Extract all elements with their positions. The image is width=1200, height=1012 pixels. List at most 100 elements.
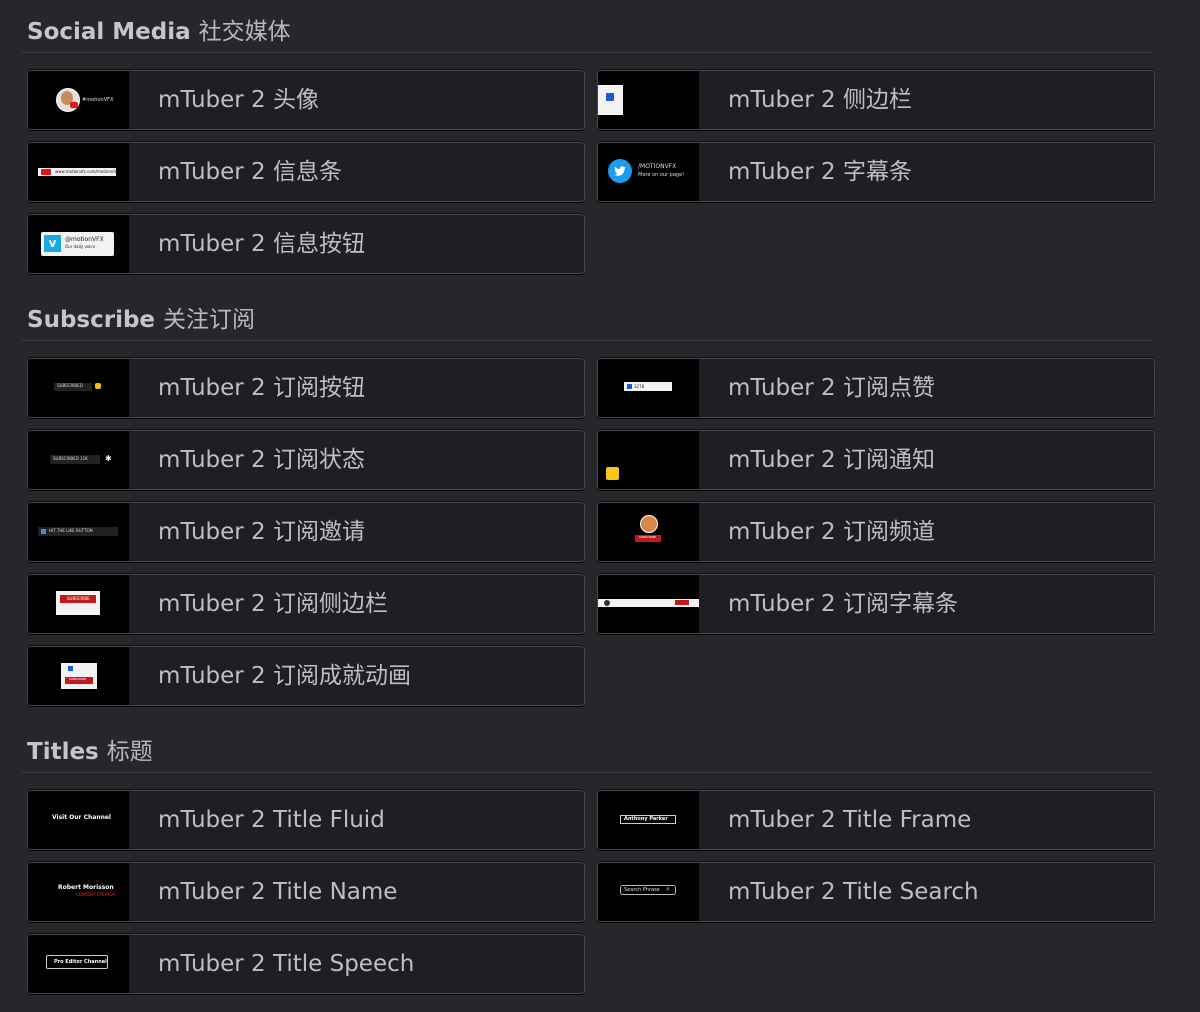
effect-label: mTuber 2 Title Search [728,879,979,905]
effect-label: mTuber 2 Title Fluid [158,807,385,833]
thumbs-up-icon [627,384,632,389]
avatar-thumb: #motionVFX [28,71,129,129]
facebook-icon [606,93,614,101]
title-fluid-text: Visit Our Channel [52,814,111,821]
title-search-thumb: Search Phrase ⌕ [598,863,699,921]
lowerthird-avatar-icon [604,600,610,606]
effect-tile[interactable]: #motionVFX mTuber 2 头像 [27,70,585,130]
thumbs-up-icon [68,666,73,671]
vimeo-subtext: Our daily voice [65,244,96,249]
effect-tile[interactable]: SUBSCRIBE mTuber 2 订阅频道 [597,502,1155,562]
effect-label: mTuber 2 信息按钮 [158,231,365,257]
avatar-handle: #motionVFX [82,97,114,103]
effect-label: mTuber 2 订阅字幕条 [728,591,958,617]
achievement-thumb: SUBSCRIBE [28,647,129,705]
effect-label: mTuber 2 订阅侧边栏 [158,591,388,617]
effect-label: mTuber 2 订阅点赞 [728,375,935,401]
title-frame-text: Anthony Parker [624,816,668,822]
effect-tile[interactable]: Robert Morisson CONTENT CREATOR mTuber 2… [27,862,585,922]
channel-avatar-icon [640,515,658,533]
effect-tile[interactable]: HIT THE LIKE BUTTON mTuber 2 订阅邀请 [27,502,585,562]
effect-label: mTuber 2 Title Frame [728,807,972,833]
sidebar-subscribe-text: SUBSCRIBE [67,596,90,601]
sidebar-subscribe-thumb: SUBSCRIBE [28,575,129,633]
effect-tile[interactable]: Pro Editor Channel mTuber 2 Title Speech [27,934,585,994]
effect-label: mTuber 2 订阅频道 [728,519,935,545]
effect-tile[interactable]: Visit Our Channel mTuber 2 Title Fluid [27,790,585,850]
effect-label: mTuber 2 信息条 [158,159,342,185]
like-count: 3278 [634,384,645,389]
section-header-subscribe: Subscribe 关注订阅 [27,300,255,334]
effect-tile[interactable]: v @motionVFX Our daily voice mTuber 2 信息… [27,214,585,274]
title-frame-thumb: Anthony Parker [598,791,699,849]
section-title-cn: 关注订阅 [163,307,256,333]
lowerthird-subscribe-button [675,600,689,605]
like-thumb: 3278 [598,359,699,417]
twitter-handle: /MOTIONVFX [638,163,677,170]
youtube-icon [41,169,51,175]
effect-label: mTuber 2 订阅邀请 [158,519,365,545]
title-name-subtext: CONTENT CREATOR [76,892,116,897]
effect-tile[interactable]: SUBSCRIBE mTuber 2 订阅侧边栏 [27,574,585,634]
thumbs-up-icon [41,529,46,534]
effect-label: mTuber 2 字幕条 [728,159,912,185]
section-divider [22,340,1152,341]
achievement-subscribe-text: SUBSCRIBE [69,677,87,681]
effect-tile[interactable]: mTuber 2 订阅通知 [597,430,1155,490]
effect-tile[interactable]: 3278 mTuber 2 订阅点赞 [597,358,1155,418]
lowerthird-subscribe-thumb [598,575,699,633]
section-divider [22,772,1152,773]
effect-tile[interactable]: Anthony Parker mTuber 2 Title Frame [597,790,1155,850]
youtube-badge [70,102,78,108]
effect-label: mTuber 2 头像 [158,87,319,113]
subscribed-count-thumb: SUBSCRIBED 11K ✱ [28,431,129,489]
infobar-thumb: www.motionvfx.com/motionvfx [28,143,129,201]
sidebar-thumb [598,71,699,129]
channel-thumb: SUBSCRIBE [598,503,699,561]
title-name-thumb: Robert Morisson CONTENT CREATOR [28,863,129,921]
section-divider [22,52,1152,53]
effect-tile[interactable]: mTuber 2 侧边栏 [597,70,1155,130]
effect-label: mTuber 2 Title Speech [158,951,415,977]
title-name-text: Robert Morisson [58,884,114,891]
infobar-url: www.motionvfx.com/motionvfx [55,169,118,174]
effect-tile[interactable]: SUBSCRIBED 11K ✱ mTuber 2 订阅状态 [27,430,585,490]
section-title: Titles [27,739,99,765]
subscribed-text: SUBSCRIBED [57,383,83,388]
section-title-cn: 标题 [106,739,153,765]
section-header-social-media: Social Media 社交媒体 [27,12,291,46]
subscribed-thumb: SUBSCRIBED [28,359,129,417]
twitter-thumb: /MOTIONVFX More on our page! [598,143,699,201]
effect-tile[interactable]: mTuber 2 订阅字幕条 [597,574,1155,634]
vimeo-icon: v [44,235,61,252]
effect-label: mTuber 2 Title Name [158,879,398,905]
hit-like-thumb: HIT THE LIKE BUTTON [28,503,129,561]
hit-like-text: HIT THE LIKE BUTTON [49,528,93,533]
bell-icon [95,383,101,389]
section-title: Subscribe [27,307,156,333]
title-fluid-thumb: Visit Our Channel [28,791,129,849]
twitter-subtext: More on our page! [638,172,685,178]
title-speech-thumb: Pro Editor Channel [28,935,129,993]
subscribed-count-text: SUBSCRIBED 11K [53,456,88,461]
title-speech-text: Pro Editor Channel [54,959,107,965]
channel-subscribe-text: SUBSCRIBE [639,535,657,539]
effect-tile[interactable]: www.motionvfx.com/motionvfx mTuber 2 信息条 [27,142,585,202]
search-icon: ⌕ [666,885,670,893]
effect-tile[interactable]: Search Phrase ⌕ mTuber 2 Title Search [597,862,1155,922]
title-search-text: Search Phrase [624,887,660,893]
bell-thumb [598,431,699,489]
achievement-card [61,663,97,689]
effect-tile[interactable]: SUBSCRIBED mTuber 2 订阅按钮 [27,358,585,418]
twitter-bird-icon [614,166,626,176]
vimeo-handle: @motionVFX [65,236,104,243]
section-header-titles: Titles 标题 [27,732,153,766]
effect-tile[interactable]: /MOTIONVFX More on our page! mTuber 2 字幕… [597,142,1155,202]
effect-label: mTuber 2 侧边栏 [728,87,912,113]
effect-tile[interactable]: SUBSCRIBE mTuber 2 订阅成就动画 [27,646,585,706]
effect-label: mTuber 2 订阅状态 [158,447,365,473]
section-title-cn: 社交媒体 [198,19,291,45]
section-title: Social Media [27,19,191,45]
effect-label: mTuber 2 订阅按钮 [158,375,365,401]
effect-label: mTuber 2 订阅通知 [728,447,935,473]
